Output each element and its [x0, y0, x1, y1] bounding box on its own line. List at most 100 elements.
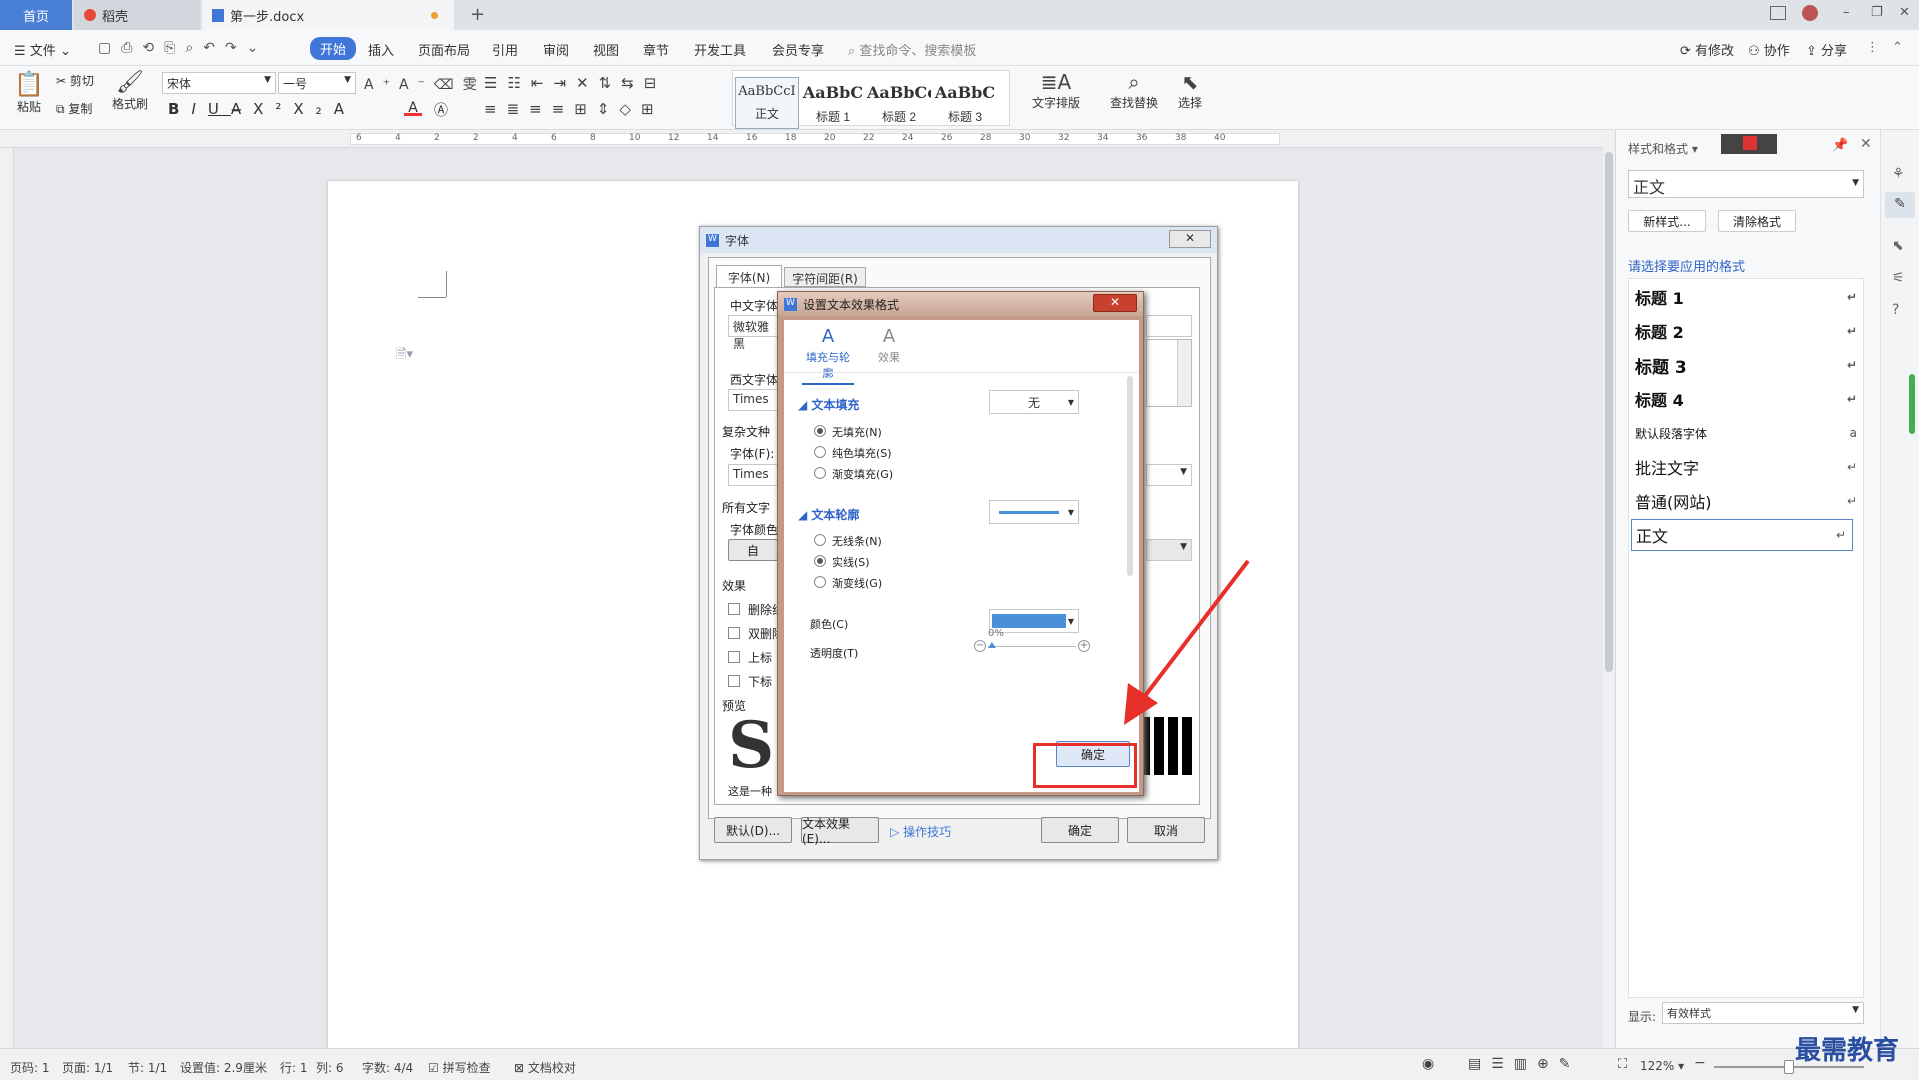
complex-font-input[interactable]: Times [728, 464, 778, 486]
font-size-tools[interactable]: A⁺A⁻⌫雯 [364, 74, 486, 94]
superscript-checkbox[interactable] [728, 651, 740, 663]
style-item-heading1[interactable]: 标题 1 ↵ [1635, 281, 1863, 313]
horizontal-ruler[interactable]: 6 4 2 2 4 6 8 10 12 14 16 18 20 22 24 26 28 30 32 34 36 38 40 [0, 130, 1603, 148]
layout-icon[interactable] [1770, 6, 1786, 20]
font-cancel-button[interactable]: 取消 [1127, 817, 1205, 843]
has-changes-button[interactable]: ⟳ 有修改 [1680, 40, 1734, 59]
menu-chapter[interactable]: 章节 [643, 40, 669, 59]
minimize-button[interactable]: – [1843, 5, 1850, 20]
transparency-decrease-button[interactable]: − [974, 640, 986, 652]
style-heading1[interactable]: AaBbC 标题 1 [801, 77, 865, 129]
quick-access-icons[interactable]: ▢⎙⟲⎘⌕↶↷⌄ [98, 40, 268, 56]
chinese-font-extra[interactable] [1146, 315, 1192, 337]
view-mode-icons[interactable]: ▤☰▥⊕✎ [1468, 1056, 1580, 1072]
pin-icon[interactable]: 📌 [1832, 138, 1848, 153]
style-item-heading2[interactable]: 标题 2 ↵ [1635, 315, 1863, 347]
style-normal[interactable]: AaBbCcI 正文 [735, 77, 799, 129]
font-dialog-close-button[interactable]: ✕ [1169, 230, 1211, 248]
tab-effects[interactable]: A 效果 [866, 326, 912, 365]
text-effect-close-button[interactable]: ✕ [1093, 294, 1137, 312]
no-line-radio[interactable] [814, 534, 826, 546]
text-layout-button[interactable]: ≣A 文字排版 [1026, 70, 1086, 111]
text-outline-section[interactable]: ◢ 文本轮廓 [798, 506, 859, 523]
cursor-icon[interactable]: ⬉ [1892, 238, 1904, 254]
style-item-default-font[interactable]: 默认段落字体 a [1635, 417, 1863, 449]
style-heading3[interactable]: AaBbC 标题 3 [933, 77, 997, 129]
panel-scrollbar[interactable] [1127, 376, 1133, 576]
complex-size-select[interactable]: ▼ [1146, 464, 1192, 486]
char-border-icon[interactable]: Ⓐ [434, 100, 448, 120]
share-button[interactable]: ⇪ 分享 [1806, 40, 1847, 59]
doc-proof-button[interactable]: ⊠ 文档校对 [514, 1059, 576, 1076]
collapse-ribbon-icon[interactable]: ⌃ [1892, 40, 1903, 55]
outline-style-select[interactable]: ▼ [989, 500, 1079, 524]
menu-start[interactable]: 开始 [310, 37, 357, 60]
menu-insert[interactable]: 插入 [368, 40, 394, 59]
command-search[interactable]: ⌕ 查找命令、搜索模板 [848, 40, 976, 59]
document-scrollbar[interactable] [1603, 130, 1615, 1048]
solid-fill-radio[interactable] [814, 446, 826, 458]
transparency-increase-button[interactable]: + [1078, 640, 1090, 652]
style-item-comment[interactable]: 批注文字 ↵ [1635, 451, 1863, 483]
font-color-select[interactable]: 自 [728, 539, 778, 561]
find-replace-button[interactable]: ⌕ 查找替换 [1104, 70, 1164, 111]
clear-format-button[interactable]: 清除格式 [1718, 210, 1796, 232]
font-ok-button[interactable]: 确定 [1041, 817, 1119, 843]
transparency-slider[interactable] [988, 646, 1076, 647]
subscript-checkbox[interactable] [728, 675, 740, 687]
style-item-heading3[interactable]: 标题 3 ↵ [1635, 349, 1863, 381]
menu-review[interactable]: 审阅 [543, 40, 569, 59]
menu-references[interactable]: 引用 [492, 40, 518, 59]
tab-fill-outline[interactable]: A 填充与轮廓 [802, 326, 854, 385]
eye-icon[interactable]: ◉ [1422, 1056, 1434, 1072]
gradient-fill-radio[interactable] [814, 467, 826, 479]
wand-icon[interactable]: ⚘ [1892, 166, 1905, 182]
new-style-button[interactable]: 新样式... [1628, 210, 1706, 232]
tab-daoke[interactable]: 稻壳 [74, 0, 200, 30]
western-font-input[interactable]: Times [728, 389, 778, 411]
vertical-ruler[interactable] [0, 148, 14, 1048]
chinese-font-input[interactable]: 微软雅黑 [728, 315, 778, 351]
current-style-select[interactable]: 正文 ▼ [1628, 170, 1864, 198]
spell-check-button[interactable]: ☑ 拼写检查 [428, 1059, 491, 1076]
panel-close-icon[interactable]: ✕ [1860, 136, 1872, 152]
zoom-out-button[interactable]: − [1694, 1055, 1706, 1071]
double-strike-checkbox[interactable] [728, 627, 740, 639]
select-button[interactable]: ⬉ 选择 [1170, 70, 1210, 111]
no-fill-radio[interactable] [814, 425, 826, 437]
fill-type-select[interactable]: 无 ▼ [989, 390, 1079, 414]
pen-icon[interactable]: ✎ [1885, 192, 1915, 218]
font-color-button[interactable]: A [404, 100, 422, 116]
styles-panel-title[interactable]: 样式和格式 ▾ [1628, 140, 1698, 157]
sliders-icon[interactable]: ⚟ [1892, 270, 1905, 286]
tab-document[interactable]: 第一步.docx [202, 0, 454, 30]
font-size-list[interactable] [1146, 339, 1192, 407]
restore-button[interactable]: ❐ [1871, 5, 1883, 20]
style-item-heading4[interactable]: 标题 4 ↵ [1635, 383, 1863, 415]
tab-char-spacing[interactable]: 字符间距(R) [784, 267, 866, 287]
fit-page-icon[interactable]: ⛶ [1618, 1057, 1627, 1072]
menu-view[interactable]: 视图 [593, 40, 619, 59]
paste-options-icon[interactable]: 🗎▾ [396, 345, 413, 367]
help-icon[interactable]: ? [1892, 302, 1899, 318]
file-menu[interactable]: ☰ 文件 ⌄ [14, 40, 71, 59]
solid-line-radio[interactable] [814, 555, 826, 567]
style-item-normal[interactable]: 正文 ↵ [1631, 519, 1853, 551]
style-item-web[interactable]: 普通(网站) ↵ [1635, 485, 1863, 517]
panel-app-icon[interactable] [1721, 134, 1777, 154]
tips-link[interactable]: ▷ 操作技巧 [890, 823, 951, 840]
style-heading2[interactable]: AaBbCc 标题 2 [867, 77, 931, 129]
new-tab-button[interactable]: + [470, 4, 485, 25]
paragraph-tools-top[interactable]: ☰☷⇤⇥✕⇅⇆⊟ [484, 74, 666, 92]
strikethrough-checkbox[interactable] [728, 603, 740, 615]
font-size-select[interactable]: 一号 ▼ [278, 72, 356, 94]
show-filter-select[interactable]: 有效样式 ▼ [1662, 1002, 1864, 1024]
transparency-slider-thumb[interactable] [988, 642, 996, 648]
paste-button[interactable]: 📋 粘贴 [10, 70, 48, 115]
format-painter-button[interactable]: 🖌 格式刷 [110, 70, 150, 112]
copy-button[interactable]: ⧉ 复制 [56, 100, 92, 117]
text-fill-section[interactable]: ◢ 文本填充 [798, 396, 859, 413]
scrollbar-thumb[interactable] [1605, 152, 1613, 672]
default-button[interactable]: 默认(D)... [714, 817, 792, 843]
tab-home[interactable]: 首页 [0, 0, 72, 30]
